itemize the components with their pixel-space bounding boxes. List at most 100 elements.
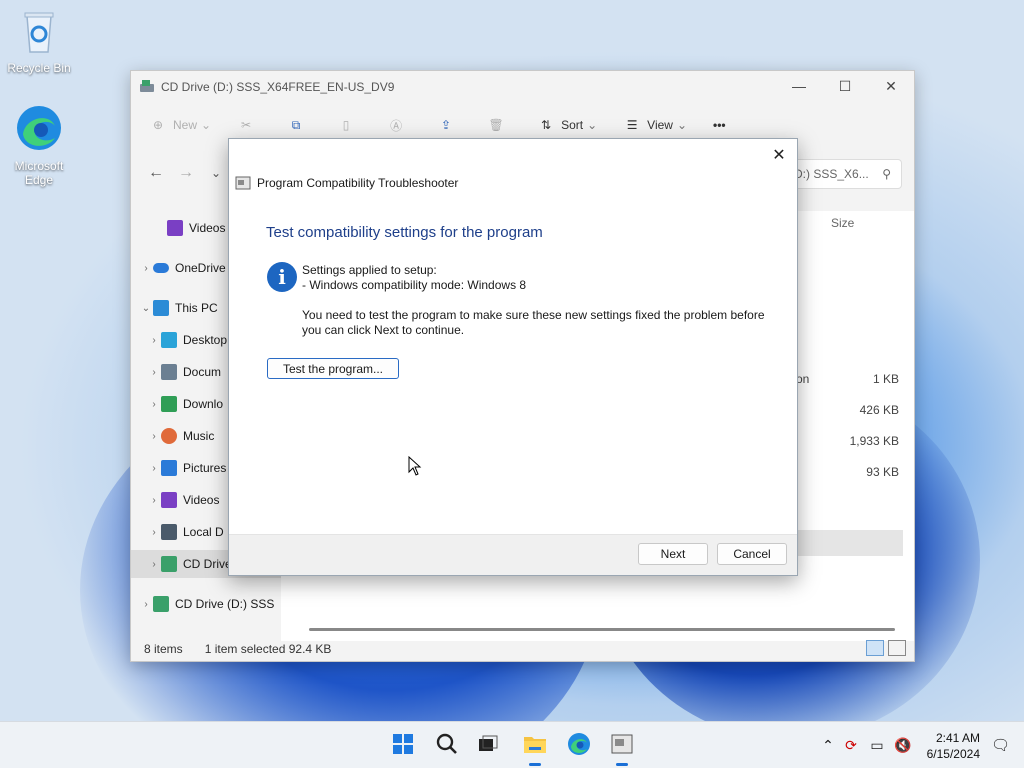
chevron-right-icon[interactable]: › [147, 431, 161, 442]
new-label: New [173, 118, 198, 132]
desktop-icon-recycle-bin[interactable]: Recycle Bin [3, 8, 75, 75]
forward-button[interactable]: → [171, 158, 201, 188]
chevron-right-icon[interactable]: › [147, 527, 161, 538]
edge-taskbar-button[interactable] [564, 730, 594, 760]
selection-info: 1 item selected 92.4 KB [204, 642, 332, 656]
chevron-down-icon: ⌄ [676, 118, 688, 132]
rename-icon: Ⓐ [390, 118, 403, 133]
copy-icon: ⧉ [291, 117, 301, 132]
next-button[interactable]: Next [638, 543, 708, 565]
local-disk-icon [161, 524, 177, 540]
horizontal-scrollbar[interactable] [309, 628, 895, 631]
window-controls: — ☐ ✕ [776, 71, 914, 101]
instructions-line: you can click Next to continue. [302, 323, 465, 337]
close-button[interactable]: ✕ [868, 71, 914, 101]
clock-date: 6/15/2024 [926, 747, 980, 761]
taskbar: ⌃ ⟳ ▭ 🔇 2:41 AM 6/15/2024 🗨 [0, 721, 1024, 768]
troubleshooter-icon [611, 734, 633, 757]
troubleshooter-dialog: ✕ Program Compatibility Troubleshooter T… [228, 138, 798, 576]
task-view-icon [478, 735, 498, 756]
chevron-right-icon[interactable]: › [147, 463, 161, 474]
system-clock[interactable]: 2:41 AM 6/15/2024 [927, 730, 980, 762]
search-placeholder: D:) SSS_X6... [794, 167, 869, 181]
sort-button[interactable]: ⇅ Sort ⌄ [537, 116, 597, 134]
desktop-folder-icon [161, 332, 177, 348]
file-size: 1,933 KB [849, 434, 899, 448]
more-options-button[interactable]: ••• [713, 118, 726, 132]
cut-icon: ✂ [241, 118, 252, 132]
test-program-button[interactable]: Test the program... [267, 358, 399, 379]
documents-icon [161, 364, 177, 380]
recent-locations-button[interactable]: ⌄ [201, 158, 231, 188]
nav-label: Videos [189, 221, 226, 235]
task-view-button[interactable] [473, 730, 503, 760]
search-input[interactable]: D:) SSS_X6... ⚲ [787, 159, 902, 189]
nav-item-cd-drive-root[interactable]: › CD Drive (D:) SSS [131, 590, 281, 618]
desktop-icon-label: Microsoft Edge [14, 159, 64, 187]
nav-label: CD Drive [183, 557, 232, 571]
edge-icon [3, 104, 75, 155]
instructions-line: You need to test the program to make sur… [302, 308, 765, 322]
info-icon: i [267, 262, 297, 292]
maximize-button[interactable]: ☐ [822, 71, 868, 101]
clock-time: 2:41 AM [935, 731, 980, 745]
chevron-right-icon[interactable]: › [147, 559, 161, 570]
chevron-right-icon[interactable]: › [147, 335, 161, 346]
update-alert-icon[interactable]: ⟳ [838, 737, 864, 754]
nav-label: This PC [175, 301, 218, 315]
this-pc-icon [153, 300, 169, 316]
troubleshooter-taskbar-button[interactable] [607, 730, 637, 766]
new-button[interactable]: ⊕ New ⌄ [149, 116, 211, 134]
view-icon: ☰ [626, 118, 638, 132]
network-icon[interactable]: ▭ [864, 737, 890, 754]
minimize-button[interactable]: — [776, 71, 822, 101]
volume-muted-icon[interactable]: 🔇 [890, 737, 916, 754]
file-explorer-taskbar-button[interactable] [520, 730, 550, 766]
settings-applied-line: Settings applied to setup: [302, 263, 437, 277]
share-button[interactable]: ⇪ [437, 116, 461, 134]
nav-label: OneDrive [175, 261, 226, 275]
chevron-right-icon[interactable]: › [147, 399, 161, 410]
notifications-icon[interactable]: 🗨 [991, 736, 1010, 754]
desktop-icon-edge[interactable]: Microsoft Edge [3, 104, 75, 187]
chevron-right-icon[interactable]: › [147, 367, 161, 378]
desktop-icon-label: Recycle Bin [7, 61, 71, 75]
search-icon: ⚲ [882, 167, 891, 181]
file-size: 426 KB [859, 403, 899, 417]
cut-button[interactable]: ✂ [237, 116, 261, 134]
videos-icon [161, 492, 177, 508]
music-icon [161, 428, 177, 444]
show-hidden-icons-chevron-icon[interactable]: ⌃ [818, 737, 838, 754]
explorer-title: CD Drive (D:) SSS_X64FREE_EN-US_DV9 [161, 80, 395, 94]
dialog-title: Program Compatibility Troubleshooter [257, 176, 459, 190]
file-size: 1 KB [872, 372, 899, 386]
details-view-button[interactable] [866, 640, 884, 656]
copy-button[interactable]: ⧉ [287, 116, 311, 134]
chevron-right-icon[interactable]: › [147, 495, 161, 506]
view-button[interactable]: ☰ View ⌄ [623, 116, 687, 134]
sort-label: Sort [561, 118, 584, 132]
rename-button[interactable]: Ⓐ [387, 116, 411, 134]
chevron-right-icon[interactable]: › [139, 263, 153, 274]
selected-row-highlight[interactable] [798, 530, 903, 556]
chevron-right-icon[interactable]: › [139, 599, 153, 610]
search-icon [436, 733, 458, 758]
dialog-close-button[interactable]: ✕ [767, 143, 791, 167]
view-toggle [866, 640, 906, 656]
cancel-button[interactable]: Cancel [717, 543, 787, 565]
tiles-view-button[interactable] [888, 640, 906, 656]
file-size: 93 KB [866, 465, 899, 479]
nav-label: Pictures [183, 461, 227, 475]
paste-button[interactable]: ▯ [337, 116, 361, 134]
videos-icon [167, 220, 183, 236]
column-header-size[interactable]: Size [831, 216, 854, 230]
nav-label: Videos [183, 493, 220, 507]
back-button[interactable]: ← [141, 158, 171, 188]
start-button[interactable] [388, 730, 418, 760]
chevron-down-icon[interactable]: ⌄ [139, 303, 153, 314]
plus-icon: ⊕ [152, 118, 164, 132]
sort-icon: ⇅ [541, 118, 552, 132]
dialog-footer: Next Cancel [229, 534, 797, 575]
delete-button[interactable]: 🗑 [487, 116, 511, 134]
taskbar-search-button[interactable] [432, 730, 462, 760]
